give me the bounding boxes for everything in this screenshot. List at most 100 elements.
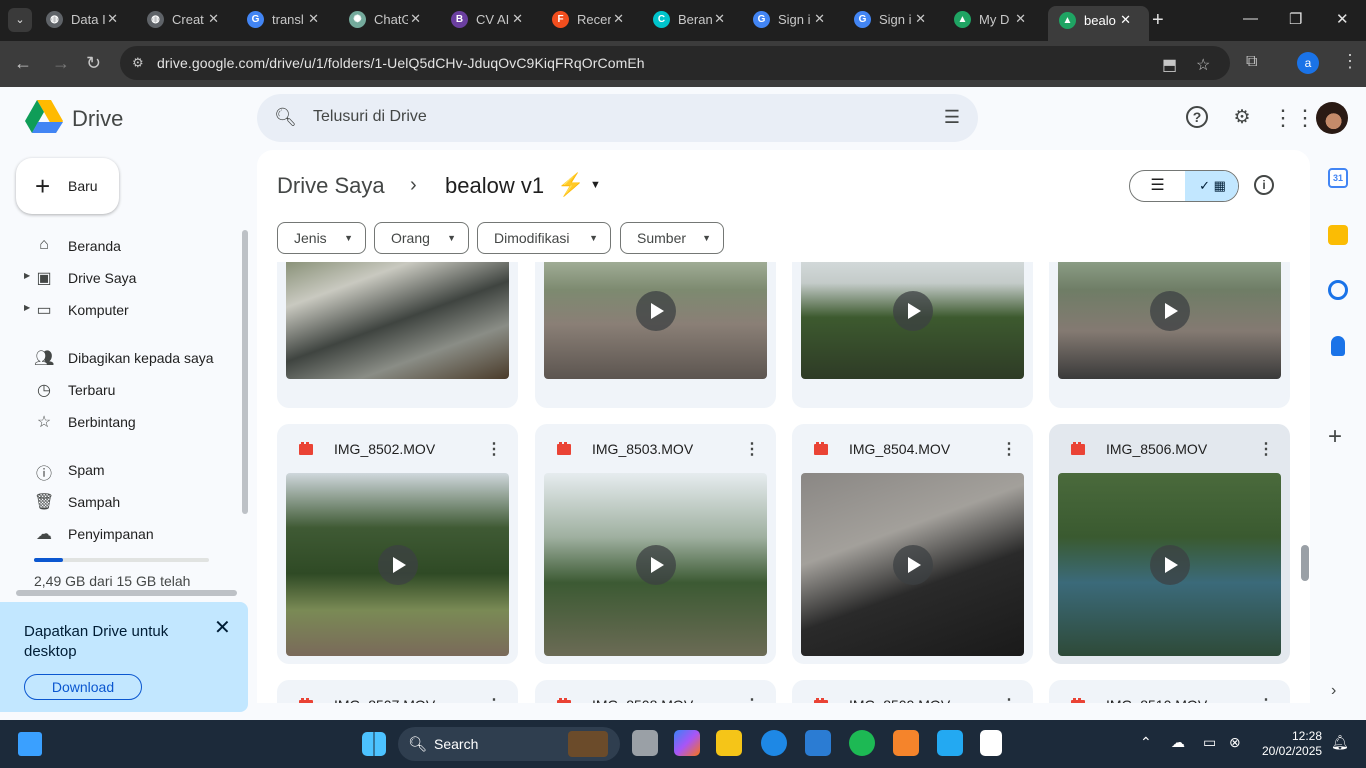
windows-start-icon[interactable]	[362, 732, 386, 756]
list-view-icon[interactable]: ☰	[1130, 171, 1185, 201]
filter-chip-orang[interactable]: Orang ▼	[374, 222, 469, 254]
video-thumbnail[interactable]	[544, 473, 767, 656]
more-actions-icon[interactable]: ⋮	[1258, 695, 1274, 703]
file-card[interactable]: IMG_8503.MOV ⋮	[535, 424, 776, 664]
sidebar-item-beranda[interactable]: ⌂ Beranda	[24, 230, 234, 262]
tab-close-icon[interactable]: ✕	[1015, 11, 1026, 27]
browser-menu-icon[interactable]: ⋮	[1341, 51, 1359, 72]
breadcrumb-root[interactable]: Drive Saya	[277, 173, 385, 199]
tab-close-icon[interactable]: ✕	[613, 11, 624, 27]
tab-close-icon[interactable]: ✕	[1120, 12, 1131, 28]
account-avatar[interactable]	[1316, 102, 1348, 134]
video-thumbnail[interactable]	[1058, 473, 1281, 656]
play-icon[interactable]	[1149, 290, 1190, 331]
search-bar[interactable]: 🔍︎ ☰	[257, 94, 978, 142]
browser-tab[interactable]: G Sign i ✕	[742, 0, 843, 40]
display-icon[interactable]: ▭	[1203, 734, 1216, 751]
site-info-icon[interactable]: ⚙	[132, 55, 144, 71]
maximize-button[interactable]: ❐	[1289, 10, 1302, 28]
keep-icon[interactable]	[1328, 225, 1348, 245]
filter-chip-dimodifikasi[interactable]: Dimodifikasi ▼	[477, 222, 611, 254]
add-addon-icon[interactable]: +	[1328, 423, 1342, 451]
new-tab-button[interactable]: +	[1152, 9, 1164, 32]
sidebar-item-terbaru[interactable]: ◷ Terbaru	[24, 374, 234, 406]
system-clock[interactable]: 12:28 20/02/2025	[1262, 729, 1322, 759]
tab-close-icon[interactable]: ✕	[208, 11, 219, 27]
folder-menu-dropdown-icon[interactable]: ▼	[590, 179, 601, 191]
forward-icon[interactable]: →	[52, 53, 70, 74]
extensions-icon[interactable]: ⧉	[1246, 53, 1257, 71]
breadcrumb-current[interactable]: bealow v1	[445, 173, 544, 199]
tasks-icon[interactable]	[1328, 280, 1348, 300]
reload-icon[interactable]: ↻	[86, 53, 101, 74]
sidebar-item-spam[interactable]: ⓘ Spam	[24, 454, 234, 486]
browser-tab[interactable]: ✺ ChatG ✕	[338, 0, 439, 40]
drive-logo-icon[interactable]	[25, 100, 63, 134]
xampp-icon[interactable]	[893, 730, 919, 756]
task-view-icon[interactable]	[632, 730, 658, 756]
tab-close-icon[interactable]: ✕	[814, 11, 825, 27]
expand-caret-icon[interactable]: ▶	[24, 271, 30, 280]
sidebar-horizontal-scrollbar[interactable]	[16, 590, 237, 596]
onedrive-icon[interactable]: ☁	[1171, 734, 1185, 751]
browser-tab[interactable]: G Sign i ✕	[843, 0, 944, 40]
file-card[interactable]	[1049, 262, 1290, 408]
tab-close-icon[interactable]: ✕	[512, 11, 523, 27]
info-icon[interactable]: i	[1254, 175, 1274, 195]
more-actions-icon[interactable]: ⋮	[486, 695, 502, 703]
search-input[interactable]	[313, 108, 873, 126]
browser-tab[interactable]: F Recen ✕	[541, 0, 642, 40]
play-icon[interactable]	[892, 290, 933, 331]
browser-tab[interactable]: ▲ bealo ✕	[1048, 6, 1149, 41]
file-card[interactable]: IMG_8506.MOV ⋮	[1049, 424, 1290, 664]
browser-tab[interactable]: ◍ Creat ✕	[136, 0, 237, 40]
file-card[interactable]: IMG_8510.MOV ⋮	[1049, 680, 1290, 703]
tab-close-icon[interactable]: ✕	[714, 11, 725, 27]
browser-profile-avatar[interactable]: a	[1297, 52, 1319, 74]
more-actions-icon[interactable]: ⋮	[486, 439, 502, 459]
sidebar-item-penyimpanan[interactable]: ☁ Penyimpanan	[24, 518, 234, 550]
file-explorer-icon[interactable]	[716, 730, 742, 756]
tab-close-icon[interactable]: ✕	[107, 11, 118, 27]
contacts-icon[interactable]	[1331, 336, 1345, 356]
more-actions-icon[interactable]: ⋮	[1001, 439, 1017, 459]
video-thumbnail[interactable]	[801, 262, 1024, 379]
new-button[interactable]: + Baru	[16, 158, 119, 214]
close-window-button[interactable]: ✕	[1336, 10, 1349, 28]
filter-chip-sumber[interactable]: Sumber ▼	[620, 222, 724, 254]
file-card[interactable]: IMG_8502.MOV ⋮	[277, 424, 518, 664]
apps-grid-icon[interactable]: ⋮⋮	[1272, 106, 1316, 130]
more-actions-icon[interactable]: ⋮	[744, 695, 760, 703]
settings-gear-icon[interactable]: ⚙	[1230, 106, 1254, 130]
video-thumbnail[interactable]	[801, 473, 1024, 656]
calendar-icon[interactable]: 31	[1328, 168, 1348, 188]
main-scrollbar[interactable]	[1301, 545, 1309, 581]
search-options-icon[interactable]: ☰	[944, 107, 960, 128]
file-card[interactable]	[535, 262, 776, 408]
filter-chip-jenis[interactable]: Jenis ▼	[277, 222, 366, 254]
address-bar[interactable]: ⚙ drive.google.com/drive/u/1/folders/1-U…	[120, 46, 1230, 80]
sidebar-item-berbintang[interactable]: ☆ Berbintang	[24, 406, 234, 438]
copilot-icon[interactable]	[674, 730, 700, 756]
volume-icon[interactable]: ⊗	[1229, 734, 1241, 751]
search-icon[interactable]: 🔍︎	[274, 107, 297, 128]
browser-tab[interactable]: C Beran ✕	[642, 0, 743, 40]
file-card[interactable]	[277, 262, 518, 408]
video-thumbnail[interactable]	[286, 262, 509, 379]
notification-bell-icon[interactable]: 🔔︎	[1331, 734, 1349, 751]
widgets-icon[interactable]	[18, 732, 42, 756]
show-side-panel-chevron-icon[interactable]: ›	[1331, 682, 1336, 700]
play-icon[interactable]	[892, 544, 933, 585]
tray-chevron-icon[interactable]: ⌃	[1140, 734, 1152, 751]
more-actions-icon[interactable]: ⋮	[744, 439, 760, 459]
more-actions-icon[interactable]: ⋮	[1258, 439, 1274, 459]
tab-close-icon[interactable]: ✕	[410, 11, 421, 27]
download-button[interactable]: Download	[24, 674, 142, 700]
browser-tab[interactable]: B CV AI ✕	[440, 0, 541, 40]
file-card[interactable]	[792, 262, 1033, 408]
browser-tab[interactable]: Gtransl ✕	[236, 0, 337, 40]
tab-close-icon[interactable]: ✕	[915, 11, 926, 27]
tab-close-icon[interactable]: ✕	[308, 11, 319, 27]
back-icon[interactable]: ←	[14, 53, 32, 74]
close-icon[interactable]: ✕	[214, 615, 231, 640]
